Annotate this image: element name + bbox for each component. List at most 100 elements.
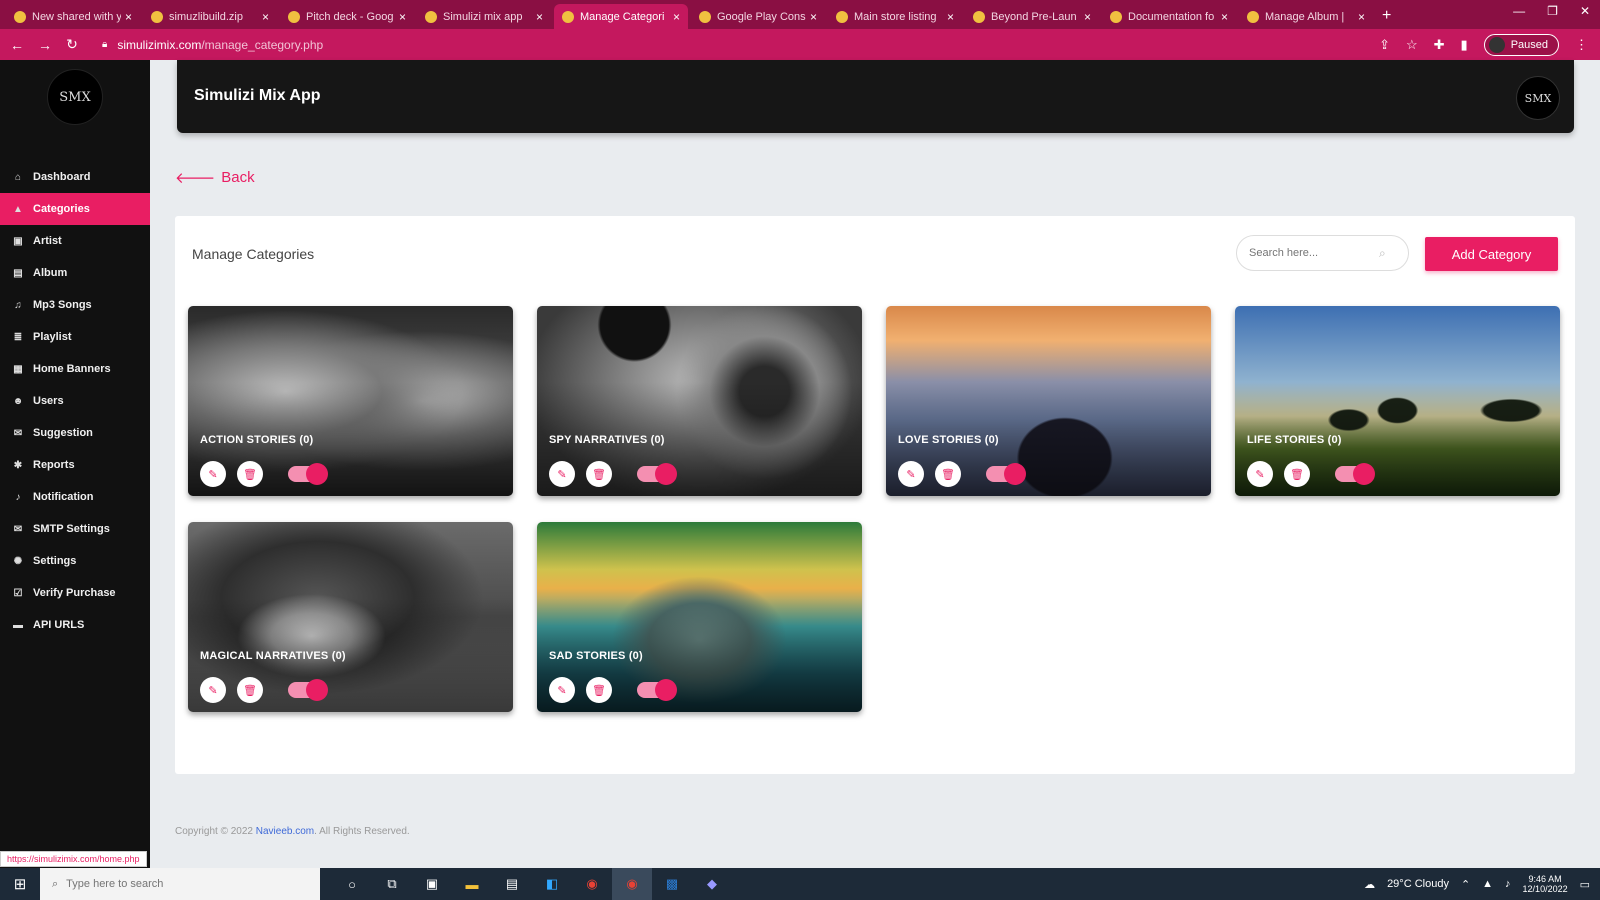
close-tab-icon[interactable]: × <box>1084 10 1091 24</box>
edit-icon[interactable]: ✎ <box>898 461 924 487</box>
delete-icon[interactable]: 🗑︎ <box>237 461 263 487</box>
edit-icon[interactable]: ✎ <box>1247 461 1273 487</box>
sidebar-item-verify-purchase[interactable]: ☑ Verify Purchase <box>0 577 150 609</box>
footer-link[interactable]: Navieeb.com <box>256 826 314 837</box>
close-tab-icon[interactable]: × <box>1358 10 1365 24</box>
sidebar-item-album[interactable]: ▤ Album <box>0 257 150 289</box>
profile-button[interactable]: Paused <box>1483 34 1559 56</box>
browser-tab[interactable]: Beyond Pre-Laun × <box>965 4 1099 29</box>
close-tab-icon[interactable]: × <box>947 10 954 24</box>
category-card[interactable]: SAD STORIES (0) ✎ 🗑︎ <box>537 522 862 712</box>
browser-tab[interactable]: New shared with y × <box>6 4 140 29</box>
back-link[interactable]: 🡐 Back <box>175 168 255 187</box>
browser-tab[interactable]: Google Play Cons × <box>691 4 825 29</box>
close-tab-icon[interactable]: × <box>125 10 132 24</box>
clock[interactable]: 9:46 AM 12/10/2022 <box>1523 874 1568 894</box>
photoshop-icon[interactable]: ◧ <box>532 868 572 900</box>
windows-start-icon[interactable]: ⊞ <box>0 875 40 893</box>
category-card[interactable]: LOVE STORIES (0) ✎ 🗑︎ <box>886 306 1211 496</box>
close-tab-icon[interactable]: × <box>810 10 817 24</box>
close-window-icon[interactable]: ✕ <box>1580 4 1590 18</box>
list-icon: ≣ <box>13 331 23 343</box>
delete-icon[interactable]: 🗑︎ <box>586 461 612 487</box>
reload-icon[interactable]: ↻ <box>66 36 78 53</box>
search-input[interactable] <box>1249 247 1379 259</box>
delete-icon[interactable]: 🗑︎ <box>586 677 612 703</box>
new-tab-button[interactable]: + <box>1382 7 1391 25</box>
task-view-icon[interactable]: ⧉ <box>372 868 412 900</box>
sidebar-item-home-banners[interactable]: ▦ Home Banners <box>0 353 150 385</box>
close-tab-icon[interactable]: × <box>399 10 406 24</box>
close-tab-icon[interactable]: × <box>262 10 269 24</box>
extensions-icon[interactable]: ✚ <box>1434 37 1445 53</box>
add-category-button[interactable]: Add Category <box>1425 237 1558 271</box>
more-menu-icon[interactable]: ⋮ <box>1575 37 1588 53</box>
taskbar-search[interactable]: ⌕ <box>40 868 320 900</box>
chevron-up-icon[interactable]: ⌃ <box>1461 878 1470 891</box>
back-arrow-icon[interactable]: ← <box>10 37 24 53</box>
close-tab-icon[interactable]: × <box>536 10 543 24</box>
sidebar-item-reports[interactable]: ✱ Reports <box>0 449 150 481</box>
delete-icon[interactable]: 🗑︎ <box>935 461 961 487</box>
header-logo[interactable]: SMX <box>1516 76 1560 120</box>
adobe-icon[interactable]: ◆ <box>692 868 732 900</box>
browser-tab[interactable]: Main store listing × <box>828 4 962 29</box>
sidebar-item-artist[interactable]: ▣ Artist <box>0 225 150 257</box>
edit-icon[interactable]: ✎ <box>549 461 575 487</box>
status-toggle[interactable] <box>288 679 328 701</box>
sidepanel-icon[interactable]: ▮ <box>1461 37 1468 53</box>
delete-icon[interactable]: 🗑︎ <box>237 677 263 703</box>
status-toggle[interactable] <box>288 463 328 485</box>
sidebar-item-categories[interactable]: ▲ Categories <box>0 193 150 225</box>
edit-icon[interactable]: ✎ <box>200 461 226 487</box>
cortana-icon[interactable]: ○ <box>332 868 372 900</box>
sidebar-item-playlist[interactable]: ≣ Playlist <box>0 321 150 353</box>
volume-icon[interactable]: ♪ <box>1505 878 1511 890</box>
chrome-active-icon[interactable]: ◉ <box>612 868 652 900</box>
browser-tab[interactable]: Documentation fo × <box>1102 4 1236 29</box>
sidebar-item-settings[interactable]: ✺ Settings <box>0 545 150 577</box>
browser-tab[interactable]: simuzlibuild.zip × <box>143 4 277 29</box>
notification-icon[interactable]: ▭ <box>1580 878 1590 891</box>
sidebar-item-notification[interactable]: ♪ Notification <box>0 481 150 513</box>
close-tab-icon[interactable]: × <box>1221 10 1228 24</box>
status-toggle[interactable] <box>637 679 677 701</box>
url-field[interactable]: 🔒︎ simulizimix.com/manage_category.php <box>102 38 323 52</box>
category-card[interactable]: SPY NARRATIVES (0) ✎ 🗑︎ <box>537 306 862 496</box>
file-explorer-icon[interactable]: ▬ <box>452 868 492 900</box>
minimize-icon[interactable]: — <box>1513 4 1525 18</box>
category-card[interactable]: MAGICAL NARRATIVES (0) ✎ 🗑︎ <box>188 522 513 712</box>
sidebar-item-smtp-settings[interactable]: ✉ SMTP Settings <box>0 513 150 545</box>
word-icon[interactable]: ▩ <box>652 868 692 900</box>
chrome-icon[interactable]: ◉ <box>572 868 612 900</box>
forward-arrow-icon[interactable]: → <box>38 37 52 53</box>
share-icon[interactable]: ⇪ <box>1379 37 1390 53</box>
network-icon[interactable]: ▲ <box>1482 878 1493 890</box>
sidebar-item-mp3-songs[interactable]: ♫ Mp3 Songs <box>0 289 150 321</box>
restore-icon[interactable]: ❐ <box>1547 4 1558 18</box>
browser-tab[interactable]: Simulizi mix app × <box>417 4 551 29</box>
category-card[interactable]: LIFE STORIES (0) ✎ 🗑︎ <box>1235 306 1560 496</box>
sidebar-item-suggestion[interactable]: ✉ Suggestion <box>0 417 150 449</box>
taskbar-search-input[interactable] <box>66 878 247 890</box>
status-toggle[interactable] <box>986 463 1026 485</box>
status-toggle[interactable] <box>1335 463 1375 485</box>
sidebar-item-api-urls[interactable]: ▬ API URLS <box>0 609 150 641</box>
browser-tab[interactable]: Pitch deck - Goog × <box>280 4 414 29</box>
category-card[interactable]: ACTION STORIES (0) ✎ 🗑︎ <box>188 306 513 496</box>
status-toggle[interactable] <box>637 463 677 485</box>
close-tab-icon[interactable]: × <box>673 10 680 24</box>
search-icon[interactable]: ⌕ <box>1379 246 1386 261</box>
delete-icon[interactable]: 🗑︎ <box>1284 461 1310 487</box>
teams-icon[interactable]: ▣ <box>412 868 452 900</box>
edit-icon[interactable]: ✎ <box>549 677 575 703</box>
bookmark-star-icon[interactable]: ☆ <box>1406 37 1418 53</box>
sidebar-item-users[interactable]: ☻ Users <box>0 385 150 417</box>
browser-tab[interactable]: Manage Album | × <box>1239 4 1373 29</box>
app-logo[interactable]: SMX <box>47 69 103 125</box>
weather-text[interactable]: 29°C Cloudy <box>1387 878 1449 890</box>
browser-tab[interactable]: Manage Categori × <box>554 4 688 29</box>
sidebar-item-dashboard[interactable]: ⌂ Dashboard <box>0 161 150 193</box>
edit-icon[interactable]: ✎ <box>200 677 226 703</box>
store-icon[interactable]: ▤ <box>492 868 532 900</box>
